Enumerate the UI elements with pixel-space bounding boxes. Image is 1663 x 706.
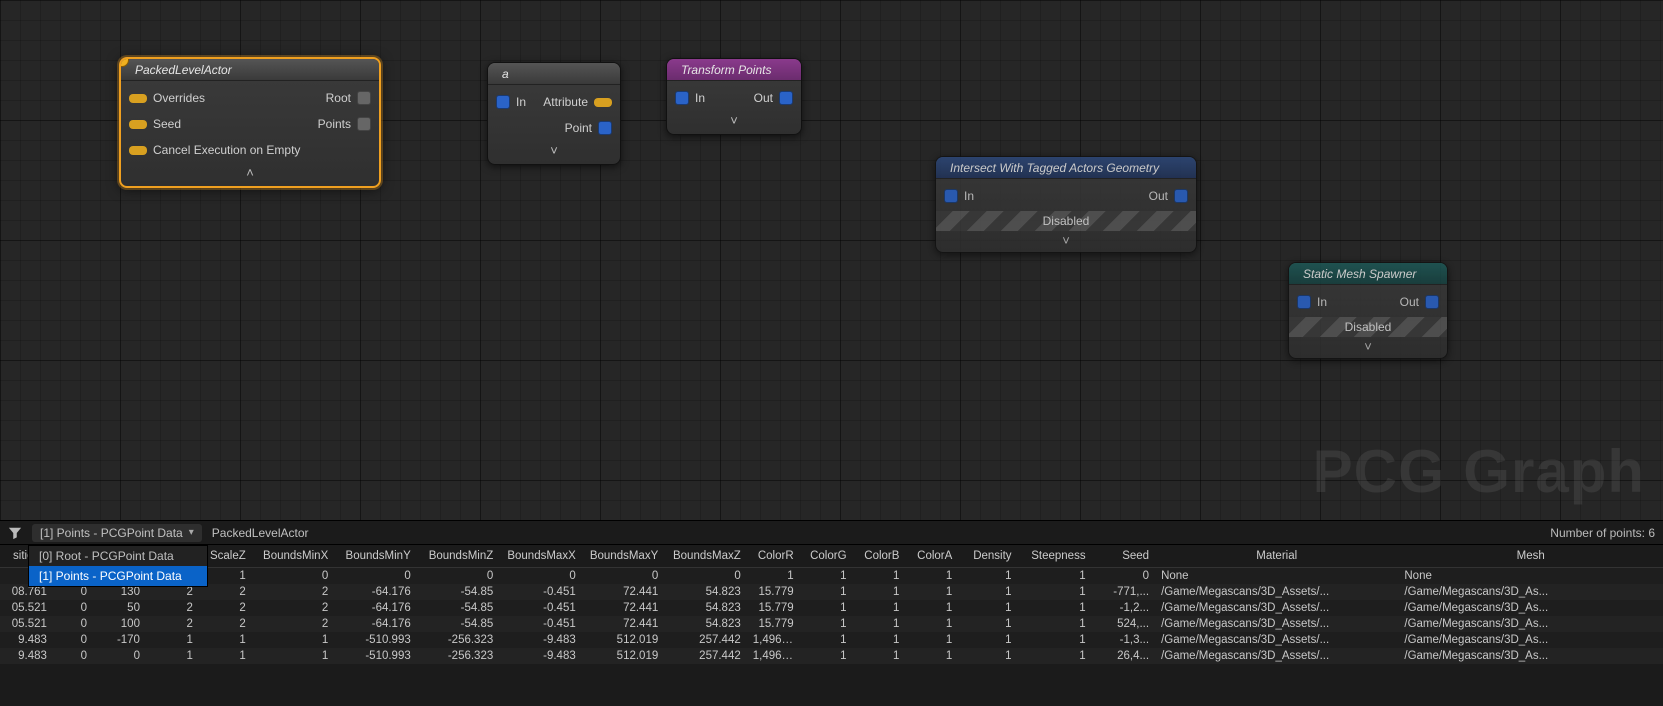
pin-icon <box>675 91 689 105</box>
table-row[interactable]: 05.521050222-64.176-54.85-0.45172.44154.… <box>0 600 1663 616</box>
pin-in[interactable]: In <box>1289 295 1335 309</box>
pin-icon <box>1297 295 1311 309</box>
col-colorb[interactable]: ColorB <box>853 545 906 567</box>
param-pin-icon <box>129 94 147 103</box>
dropdown-menu: [0] Root - PCGPoint Data [1] Points - PC… <box>28 545 208 587</box>
pin-icon <box>357 91 371 105</box>
pin-icon <box>357 117 371 131</box>
dropdown-label: [1] Points - PCGPoint Data <box>40 526 183 540</box>
data-source-dropdown[interactable]: [1] Points - PCGPoint Data ▾ <box>32 524 202 542</box>
pin-points[interactable]: Points <box>310 117 379 131</box>
pin-root[interactable]: Root <box>318 91 379 105</box>
node-intersect[interactable]: Intersect With Tagged Actors Geometry In… <box>935 156 1197 253</box>
chevron-down-icon[interactable]: ˅ <box>488 141 620 162</box>
col-mesh[interactable]: Mesh <box>1398 545 1663 567</box>
node-header: a <box>488 63 620 85</box>
pin-seed[interactable]: Seed <box>121 117 189 131</box>
pin-overrides[interactable]: Overrides <box>121 91 213 105</box>
col-colorr[interactable]: ColorR <box>747 545 800 567</box>
node-static-mesh-spawner[interactable]: Static Mesh Spawner In Out Disabled ˅ <box>1288 262 1448 359</box>
table-row[interactable]: 001110000001111110NoneNone <box>0 567 1663 584</box>
disabled-bar: Disabled <box>936 211 1196 231</box>
node-header: Static Mesh Spawner <box>1289 263 1447 285</box>
pin-icon <box>944 189 958 203</box>
dropdown-item[interactable]: [0] Root - PCGPoint Data <box>29 546 207 566</box>
pin-icon <box>598 121 612 135</box>
chevron-down-icon[interactable]: ˅ <box>1289 337 1447 358</box>
pin-icon <box>496 95 510 109</box>
watermark: PCG Graph <box>1313 437 1645 506</box>
col-seed[interactable]: Seed <box>1092 545 1155 567</box>
node-header: Intersect With Tagged Actors Geometry <box>936 157 1196 179</box>
chevron-up-icon[interactable]: ˄ <box>121 163 379 184</box>
node-title: a <box>502 67 509 81</box>
col-boundsmaxz[interactable]: BoundsMaxZ <box>664 545 747 567</box>
node-header: PackedLevelActor <box>121 59 379 81</box>
pin-icon <box>1425 295 1439 309</box>
col-colorg[interactable]: ColorG <box>800 545 853 567</box>
table-row[interactable]: 05.5210100222-64.176-54.85-0.45172.44154… <box>0 616 1663 632</box>
col-boundsmaxx[interactable]: BoundsMaxX <box>499 545 582 567</box>
col-colora[interactable]: ColorA <box>905 545 958 567</box>
pin-cancel[interactable]: Cancel Execution on Empty <box>121 143 308 157</box>
param-pin-icon <box>594 98 612 107</box>
node-title: PackedLevelActor <box>135 63 232 77</box>
graph-canvas[interactable]: PackedLevelActor Overrides Root Seed Poi… <box>0 0 1663 520</box>
chevron-down-icon: ▾ <box>189 527 194 538</box>
node-title: Transform Points <box>681 63 771 77</box>
node-transform-points[interactable]: Transform Points In Out ˅ <box>666 58 802 135</box>
param-pin-icon <box>129 120 147 129</box>
col-steepness[interactable]: Steepness <box>1018 545 1092 567</box>
panel-toolbar: [1] Points - PCGPoint Data ▾ PackedLevel… <box>0 521 1663 545</box>
col-density[interactable]: Density <box>958 545 1017 567</box>
table-row[interactable]: 9.48300111-510.993-256.323-9.483512.0192… <box>0 648 1663 664</box>
node-title: Intersect With Tagged Actors Geometry <box>950 161 1159 175</box>
table-row[interactable]: 08.7610130222-64.176-54.85-0.45172.44154… <box>0 584 1663 600</box>
pin-out[interactable]: Out <box>1392 295 1447 309</box>
pin-point[interactable]: Point <box>557 121 620 135</box>
node-title: Static Mesh Spawner <box>1303 267 1416 281</box>
col-material[interactable]: Material <box>1155 545 1398 567</box>
node-header: Transform Points <box>667 59 801 81</box>
dropdown-item[interactable]: [1] Points - PCGPoint Data <box>29 566 207 586</box>
node-a[interactable]: a In Attribute Point ˅ <box>487 62 621 165</box>
table-row[interactable]: 9.4830-170111-510.993-256.323-9.483512.0… <box>0 632 1663 648</box>
node-packed-level-actor[interactable]: PackedLevelActor Overrides Root Seed Poi… <box>119 57 381 188</box>
chevron-down-icon[interactable]: ˅ <box>936 231 1196 252</box>
points-table: sitionZnZScaleXScaleYScaleZBoundsMinXBou… <box>0 545 1663 664</box>
pin-in[interactable]: In <box>936 189 982 203</box>
data-panel: [1] Points - PCGPoint Data ▾ PackedLevel… <box>0 520 1663 706</box>
point-count: Number of points: 6 <box>1550 526 1655 540</box>
param-pin-icon <box>129 146 147 155</box>
pin-out[interactable]: Out <box>746 91 801 105</box>
pin-attribute[interactable]: Attribute <box>535 95 620 109</box>
col-boundsminy[interactable]: BoundsMinY <box>334 545 417 567</box>
pin-in[interactable]: In <box>667 91 713 105</box>
pin-icon <box>1174 189 1188 203</box>
pin-out[interactable]: Out <box>1141 189 1196 203</box>
col-boundsmaxy[interactable]: BoundsMaxY <box>582 545 665 567</box>
pin-in[interactable]: In <box>488 95 534 109</box>
col-boundsminz[interactable]: BoundsMinZ <box>417 545 500 567</box>
chevron-down-icon[interactable]: ˅ <box>667 111 801 132</box>
breadcrumb: PackedLevelActor <box>212 526 309 540</box>
filter-icon[interactable] <box>8 526 22 540</box>
disabled-bar: Disabled <box>1289 317 1447 337</box>
pin-icon <box>779 91 793 105</box>
col-boundsminx[interactable]: BoundsMinX <box>252 545 335 567</box>
